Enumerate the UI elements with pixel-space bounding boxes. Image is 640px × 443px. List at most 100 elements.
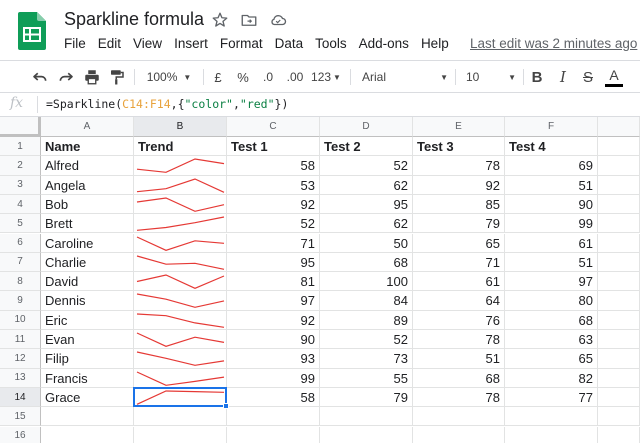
menu-file[interactable]: File	[64, 36, 93, 51]
cell-a12[interactable]: Filip	[41, 349, 134, 369]
cell-a2[interactable]: Alfred	[41, 156, 134, 176]
cell-c8[interactable]: 81	[227, 272, 320, 292]
row-header-14[interactable]: 14	[0, 387, 41, 408]
cell-e8[interactable]: 61	[413, 272, 505, 292]
cell-d11[interactable]: 52	[320, 330, 413, 350]
cell-a4[interactable]: Bob	[41, 194, 134, 215]
cloud-status-icon[interactable]	[269, 11, 287, 29]
cell-f13[interactable]: 82	[505, 368, 598, 388]
cell-a16[interactable]	[41, 426, 134, 443]
cell-d14[interactable]: 79	[320, 387, 413, 408]
cell-a11[interactable]: Evan	[41, 330, 134, 350]
paint-format-icon[interactable]	[107, 67, 127, 87]
cell-c11[interactable]: 90	[227, 330, 320, 350]
cell-a9[interactable]: Dennis	[41, 291, 134, 311]
cell-a15[interactable]	[41, 407, 134, 427]
cell-c14[interactable]: 58	[227, 387, 320, 408]
decrease-decimal-button[interactable]: .0	[258, 67, 278, 87]
cell-a6[interactable]: Caroline	[41, 233, 134, 253]
column-header-f[interactable]: F	[505, 117, 598, 137]
row-header-13[interactable]: 13	[0, 368, 41, 388]
cell-e1[interactable]: Test 3	[413, 137, 505, 157]
cell-a5[interactable]: Brett	[41, 214, 134, 234]
menu-help[interactable]: Help	[421, 36, 456, 51]
cell-b1[interactable]: Trend	[134, 137, 227, 157]
row-header-15[interactable]: 15	[0, 407, 41, 427]
last-edit-link[interactable]: Last edit was 2 minutes ago	[470, 36, 637, 51]
cell-f3[interactable]: 51	[505, 175, 598, 195]
cell-c16[interactable]	[227, 426, 320, 443]
more-formats-button[interactable]: 123 ▼	[311, 67, 341, 87]
column-header-b[interactable]: B	[134, 117, 227, 137]
cell-f2[interactable]: 69	[505, 156, 598, 176]
redo-icon[interactable]	[56, 67, 76, 87]
cell-f14[interactable]: 77	[505, 387, 598, 408]
cell-d1[interactable]: Test 2	[320, 137, 413, 157]
cell-d3[interactable]: 62	[320, 175, 413, 195]
cell-e13[interactable]: 68	[413, 368, 505, 388]
row-header-16[interactable]: 16	[0, 426, 41, 443]
cell-d8[interactable]: 100	[320, 272, 413, 292]
menu-format[interactable]: Format	[220, 36, 270, 51]
cell-f7[interactable]: 51	[505, 252, 598, 273]
cell-c2[interactable]: 58	[227, 156, 320, 176]
cell-e3[interactable]: 92	[413, 175, 505, 195]
cell-a8[interactable]: David	[41, 272, 134, 292]
cell-c4[interactable]: 92	[227, 194, 320, 215]
cell-c9[interactable]: 97	[227, 291, 320, 311]
cell-d13[interactable]: 55	[320, 368, 413, 388]
menu-tools[interactable]: Tools	[315, 36, 354, 51]
currency-format-button[interactable]: £	[210, 67, 226, 87]
cell-e14[interactable]: 78	[413, 387, 505, 408]
font-size-select[interactable]: 10 ▼	[466, 67, 516, 87]
cell-f6[interactable]: 61	[505, 233, 598, 253]
cell-c6[interactable]: 71	[227, 233, 320, 253]
cell-c10[interactable]: 92	[227, 310, 320, 330]
cell-a3[interactable]: Angela	[41, 175, 134, 195]
fill-handle[interactable]	[223, 403, 229, 410]
cell-c1[interactable]: Test 1	[227, 137, 320, 157]
cell-d5[interactable]: 62	[320, 214, 413, 234]
move-to-folder-icon[interactable]	[240, 11, 258, 29]
cell-d4[interactable]: 95	[320, 194, 413, 215]
cell-e2[interactable]: 78	[413, 156, 505, 176]
menu-data[interactable]: Data	[275, 36, 311, 51]
cell-f11[interactable]: 63	[505, 330, 598, 350]
cell-d12[interactable]: 73	[320, 349, 413, 369]
menu-edit[interactable]: Edit	[98, 36, 128, 51]
text-color-button[interactable]: A	[604, 67, 624, 87]
cell-e7[interactable]: 71	[413, 252, 505, 273]
row-header-11[interactable]: 11	[0, 330, 41, 350]
cell-c13[interactable]: 99	[227, 368, 320, 388]
cell-f9[interactable]: 80	[505, 291, 598, 311]
menu-add-ons[interactable]: Add-ons	[359, 36, 416, 51]
cell-e6[interactable]: 65	[413, 233, 505, 253]
cell-f5[interactable]: 99	[505, 214, 598, 234]
row-header-3[interactable]: 3	[0, 175, 41, 195]
cell-f4[interactable]: 90	[505, 194, 598, 215]
bold-button[interactable]: B	[529, 67, 545, 87]
star-icon[interactable]	[211, 11, 229, 29]
increase-decimal-button[interactable]: .00	[283, 67, 307, 87]
cell-e9[interactable]: 64	[413, 291, 505, 311]
row-header-7[interactable]: 7	[0, 252, 41, 273]
zoom-select[interactable]: 100% ▼	[144, 67, 194, 87]
menu-insert[interactable]: Insert	[174, 36, 215, 51]
cell-a7[interactable]: Charlie	[41, 252, 134, 273]
cell-f12[interactable]: 65	[505, 349, 598, 369]
cell-f15[interactable]	[505, 407, 598, 427]
cell-e10[interactable]: 76	[413, 310, 505, 330]
column-header-e[interactable]: E	[413, 117, 505, 137]
print-icon[interactable]	[82, 67, 102, 87]
cell-e5[interactable]: 79	[413, 214, 505, 234]
cell-f8[interactable]: 97	[505, 272, 598, 292]
row-header-6[interactable]: 6	[0, 233, 41, 253]
cell-e15[interactable]	[413, 407, 505, 427]
cell-d15[interactable]	[320, 407, 413, 427]
cell-a14[interactable]: Grace	[41, 387, 134, 408]
cell-d16[interactable]	[320, 426, 413, 443]
strikethrough-button[interactable]: S	[580, 67, 596, 87]
cell-e12[interactable]: 51	[413, 349, 505, 369]
row-header-4[interactable]: 4	[0, 194, 41, 215]
cell-d9[interactable]: 84	[320, 291, 413, 311]
